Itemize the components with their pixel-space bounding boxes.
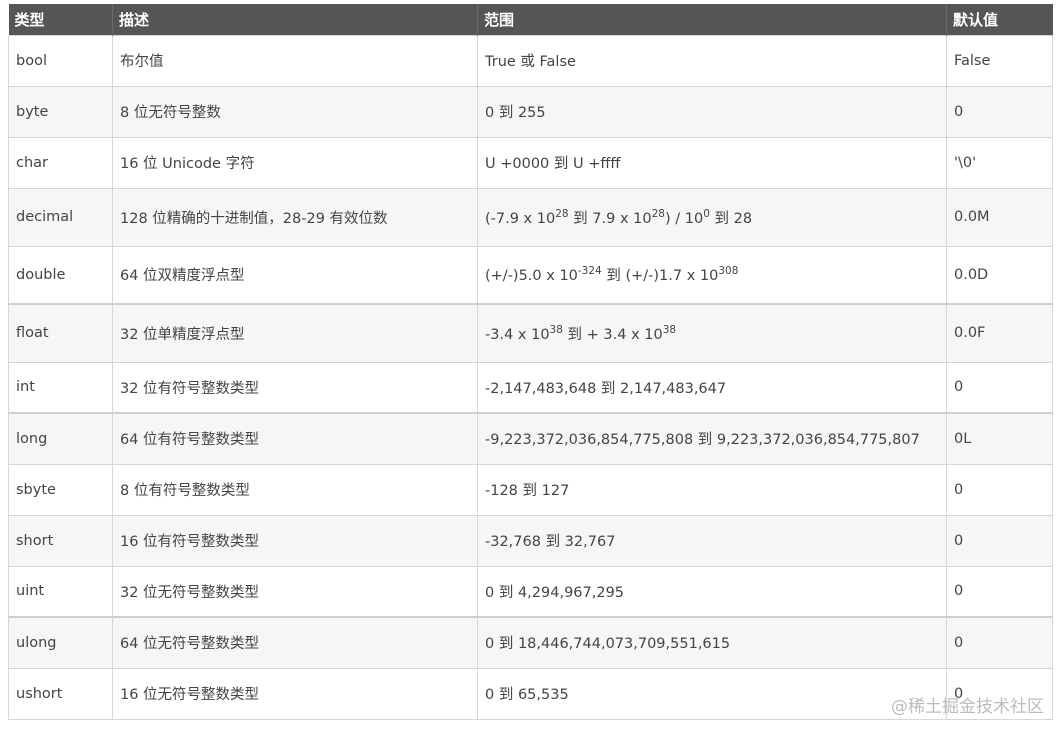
- table-row: ulong 64 位无符号整数类型 0 到 18,446,744,073,709,5…: [8, 616, 1053, 669]
- range-exponent: 0: [703, 207, 710, 220]
- table-row: sbyte 8 位有符号整数类型 -128 到 127 0: [8, 463, 1053, 516]
- range-exponent: 38: [662, 323, 677, 336]
- cell-range: (+/-)5.0 x 10-324 到 (+/-)1.7 x 10308: [477, 245, 947, 305]
- range-text: (+/-)5.0 x 10: [485, 268, 578, 285]
- range-text: (-7.9 x 10: [485, 210, 556, 227]
- range-text: U +0000 到 U +ffff: [485, 156, 621, 172]
- cell-desc: 布尔值: [112, 34, 478, 87]
- range-text: 到 + 3.4 x 10: [562, 326, 663, 343]
- cell-range: -2,147,483,648 到 2,147,483,647: [477, 361, 947, 414]
- data-types-table: 类型 描述 范围 默认值 bool 布尔值 True 或 False False byt…: [8, 4, 1053, 720]
- cell-default: 0.0F: [946, 303, 1053, 363]
- range-exponent: 28: [651, 207, 665, 220]
- cell-type: float: [8, 303, 113, 363]
- cell-default: 0: [946, 361, 1053, 414]
- cell-default: 0: [946, 514, 1053, 567]
- cell-range: 0 到 255: [477, 85, 947, 138]
- header-type: 类型: [8, 4, 113, 35]
- range-text: -3.4 x 10: [485, 326, 550, 343]
- table-row: int 32 位有符号整数类型 -2,147,483,648 到 2,147,483…: [8, 361, 1053, 414]
- cell-range: 0 到 65,535: [477, 667, 947, 720]
- table-row: char 16 位 Unicode 字符 U +0000 到 U +ffff '\0': [8, 136, 1053, 189]
- cell-type: short: [8, 514, 113, 567]
- cell-desc: 8 位有符号整数类型: [112, 463, 478, 516]
- cell-type: ushort: [8, 667, 113, 720]
- range-text: 到 7.9 x 10: [568, 210, 652, 227]
- range-text: -2,147,483,648 到 2,147,483,647: [485, 380, 727, 397]
- cell-range: -32,768 到 32,767: [477, 514, 947, 567]
- cell-default: 0: [946, 463, 1053, 516]
- cell-desc: 16 位有符号整数类型: [112, 514, 478, 567]
- table-row: byte 8 位无符号整数 0 到 255 0: [8, 85, 1053, 138]
- cell-default: 0: [946, 616, 1053, 669]
- header-default: 默认值: [946, 4, 1053, 35]
- cell-desc: 64 位无符号整数类型: [112, 616, 478, 669]
- cell-desc: 32 位有符号整数类型: [112, 361, 478, 414]
- range-exponent: 38: [549, 323, 563, 336]
- table-row: decimal 128 位精确的十进制值，28-29 有效位数 (-7.9 x 10…: [8, 187, 1053, 247]
- range-text: 到 (+/-)1.7 x 10: [601, 268, 719, 285]
- range-text: -9,223,372,036,854,775,808 到 9,223,372,0…: [485, 432, 920, 449]
- range-text: ) / 10: [664, 210, 704, 227]
- range-text: 到 28: [709, 210, 753, 227]
- range-text: -32,768 到 32,767: [485, 534, 616, 550]
- cell-desc: 64 位有符号整数类型: [112, 412, 478, 465]
- range-exponent: 308: [718, 265, 739, 278]
- page: 类型 描述 范围 默认值 bool 布尔值 True 或 False False byt…: [0, 0, 1064, 733]
- cell-type: byte: [8, 85, 113, 138]
- cell-range: True 或 False: [477, 34, 947, 87]
- cell-type: decimal: [8, 187, 113, 247]
- cell-range: 0 到 18,446,744,073,709,551,615: [477, 616, 947, 669]
- table-row: double 64 位双精度浮点型 (+/-)5.0 x 10-324 到 (+/-…: [8, 245, 1053, 305]
- cell-desc: 128 位精确的十进制值，28-29 有效位数: [112, 187, 478, 247]
- cell-range: U +0000 到 U +ffff: [477, 136, 947, 189]
- header-range: 范围: [477, 4, 947, 35]
- header-desc: 描述: [112, 4, 478, 35]
- cell-desc: 16 位 Unicode 字符: [112, 136, 478, 189]
- cell-desc: 32 位无符号整数类型: [112, 565, 478, 618]
- cell-range: -3.4 x 1038 到 + 3.4 x 1038: [477, 303, 947, 363]
- range-exponent: 28: [555, 207, 569, 220]
- cell-type: bool: [8, 34, 113, 87]
- cell-default: False: [946, 34, 1053, 87]
- cell-range: -9,223,372,036,854,775,808 到 9,223,372,0…: [477, 412, 947, 465]
- range-text: 0 到 4,294,967,295: [485, 584, 625, 601]
- cell-range: (-7.9 x 1028 到 7.9 x 1028) / 100 到 28: [477, 187, 947, 247]
- cell-desc: 16 位无符号整数类型: [112, 667, 478, 720]
- cell-type: uint: [8, 565, 113, 618]
- cell-range: 0 到 4,294,967,295: [477, 565, 947, 618]
- table-row: bool 布尔值 True 或 False False: [8, 34, 1053, 87]
- cell-default: 0L: [946, 412, 1053, 465]
- watermark: @稀土掘金技术社区: [891, 697, 1044, 717]
- table-row: long 64 位有符号整数类型 -9,223,372,036,854,775,80…: [8, 412, 1053, 465]
- cell-default: '\0': [946, 136, 1053, 189]
- cell-desc: 32 位单精度浮点型: [112, 303, 478, 363]
- table-row: float 32 位单精度浮点型 -3.4 x 1038 到 + 3.4 x 103…: [8, 303, 1053, 363]
- cell-default: 0.0D: [946, 245, 1053, 305]
- table-row: short 16 位有符号整数类型 -32,768 到 32,767 0: [8, 514, 1053, 567]
- cell-desc: 8 位无符号整数: [112, 85, 478, 138]
- cell-default: 0: [946, 565, 1053, 618]
- range-text: True 或 False: [485, 54, 576, 70]
- cell-type: ulong: [8, 616, 113, 669]
- range-text: 0 到 18,446,744,073,709,551,615: [485, 636, 731, 653]
- range-text: -128 到 127: [485, 483, 570, 499]
- range-exponent: -324: [577, 265, 602, 278]
- cell-range: -128 到 127: [477, 463, 947, 516]
- cell-type: double: [8, 245, 113, 305]
- range-text: 0 到 65,535: [485, 687, 569, 703]
- table-body: bool 布尔值 True 或 False False byte 8 位无符号整数 0 到 …: [8, 34, 1053, 720]
- cell-type: sbyte: [8, 463, 113, 516]
- cell-type: char: [8, 136, 113, 189]
- cell-default: 0.0M: [946, 187, 1053, 247]
- cell-type: long: [8, 412, 113, 465]
- cell-default: 0: [946, 85, 1053, 138]
- cell-desc: 64 位双精度浮点型: [112, 245, 478, 305]
- cell-type: int: [8, 361, 113, 414]
- table-header: 类型 描述 范围 默认值: [8, 4, 1053, 35]
- range-text: 0 到 255: [485, 105, 546, 121]
- table-row: uint 32 位无符号整数类型 0 到 4,294,967,295 0: [8, 565, 1053, 618]
